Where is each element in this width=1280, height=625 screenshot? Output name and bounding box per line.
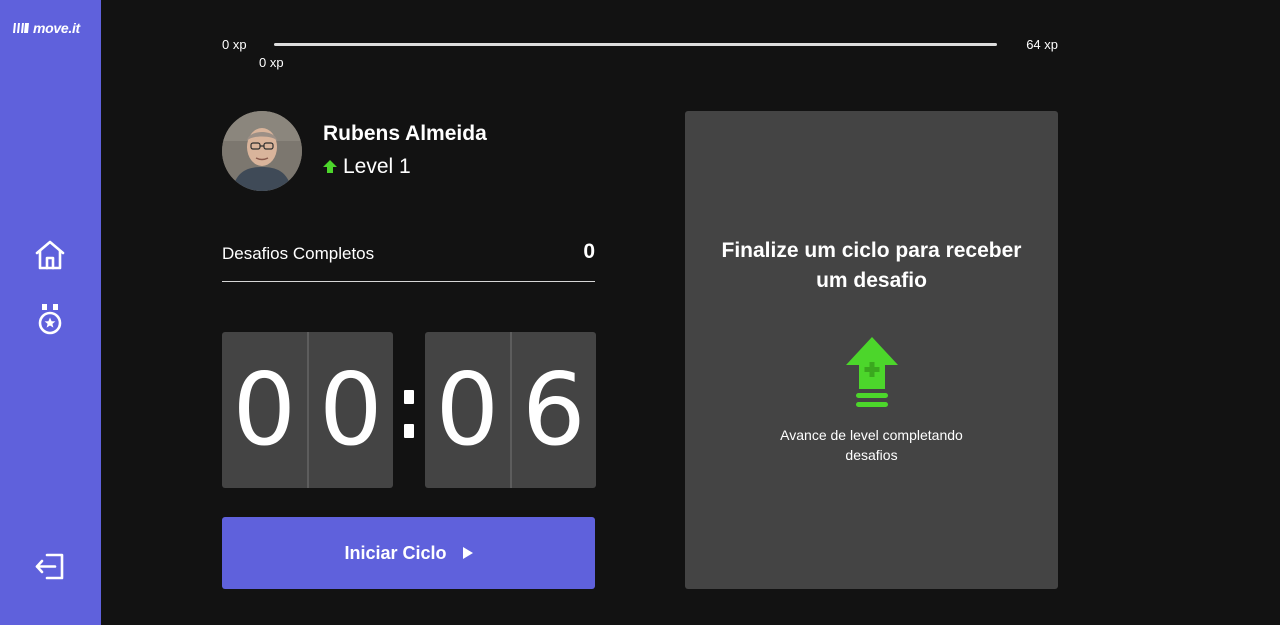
challenge-panel-title: Finalize um ciclo para receber um desafi… (721, 239, 1022, 292)
avatar-photo (222, 111, 302, 191)
xp-max-label: 64 xp (1026, 37, 1058, 52)
logo-text: move.it (33, 20, 80, 36)
user-level: Level 1 (323, 155, 411, 179)
app-logo[interactable]: move.it (13, 20, 80, 36)
minute-ones-digit: 0 (318, 351, 383, 468)
second-tens-digit: 0 (425, 332, 512, 488)
completed-challenges-count: 0 (583, 240, 595, 263)
xp-min-label: 0 xp (222, 37, 247, 52)
challenge-panel: Finalize um ciclo para receber um desafi… (685, 111, 1058, 589)
level-label: Level 1 (343, 155, 411, 178)
level-up-arrow-icon (846, 337, 898, 407)
play-icon (462, 547, 473, 559)
xp-current-label: 0 xp (259, 55, 284, 70)
experience-bar: 0 xp 0 xp 64 xp (222, 33, 1058, 73)
user-name: Rubens Almeida (323, 122, 487, 145)
countdown-timer: 0 0 0 6 (222, 332, 596, 488)
logo-mark-icon (13, 23, 29, 33)
completed-challenges-label: Desafios Completos (222, 244, 375, 263)
start-cycle-label: Iniciar Ciclo (344, 542, 447, 563)
level-up-icon (323, 160, 337, 173)
challenge-panel-description: Avance de level completando desafios (780, 427, 963, 463)
avatar (222, 111, 302, 191)
start-cycle-button[interactable]: Iniciar Ciclo (222, 517, 595, 589)
countdown-seconds: 0 6 (425, 332, 596, 488)
medal-icon[interactable] (33, 303, 67, 337)
countdown-minutes: 0 0 (222, 332, 393, 488)
completed-challenges: Desafios Completos 0 (222, 237, 595, 282)
countdown-separator (404, 390, 414, 438)
sidebar: move.it (0, 0, 101, 625)
second-ones-digit: 6 (521, 351, 586, 468)
xp-progress-track (274, 43, 997, 46)
xp-progress-fill (274, 43, 997, 46)
minute-tens-digit: 0 (222, 332, 309, 488)
logout-icon[interactable] (33, 549, 67, 583)
home-icon[interactable] (33, 238, 67, 272)
